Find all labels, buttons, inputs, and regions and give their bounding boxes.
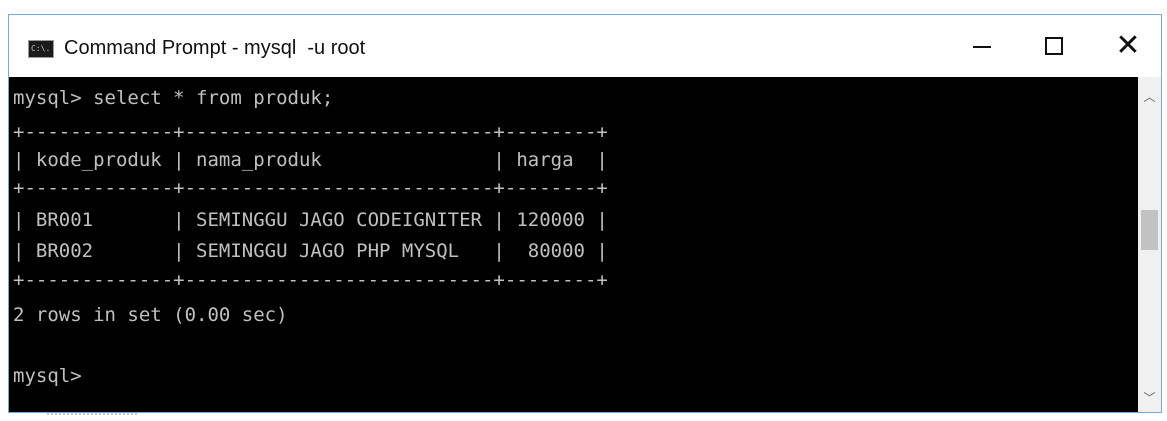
maximize-button[interactable]	[1023, 15, 1085, 77]
prompt-line: mysql>	[13, 365, 82, 387]
table-border-bottom: +-------------+-------------------------…	[13, 269, 608, 291]
scroll-thumb[interactable]	[1141, 210, 1158, 250]
chevron-up-icon[interactable]: ︿	[1138, 85, 1161, 107]
table-border-top: +-------------+-------------------------…	[13, 121, 608, 143]
table-row: | BR002 | SEMINGGU JAGO PHP MYSQL | 8000…	[13, 240, 608, 262]
close-button[interactable]: ✕	[1097, 15, 1159, 77]
chevron-down-icon[interactable]: ﹀	[1138, 386, 1161, 408]
close-icon: ✕	[1115, 28, 1141, 63]
cmd-icon[interactable]: C:\.	[28, 40, 54, 58]
command-prompt-window: C:\. Command Prompt - mysql -u root ✕ my…	[8, 14, 1162, 413]
title-bar[interactable]: C:\. Command Prompt - mysql -u root ✕	[9, 15, 1161, 77]
window-title: Command Prompt - mysql -u root	[64, 37, 366, 59]
table-border-header: +-------------+-------------------------…	[13, 177, 608, 199]
minimize-icon	[973, 46, 991, 48]
table-header-row: | kode_produk | nama_produk | harga |	[13, 149, 608, 171]
divider	[47, 413, 137, 419]
vertical-scrollbar[interactable]: ︿ ﹀	[1138, 77, 1161, 412]
console-output[interactable]: mysql> select * from produk; +----------…	[9, 77, 1138, 412]
table-row: | BR001 | SEMINGGU JAGO CODEIGNITER | 12…	[13, 209, 608, 231]
result-summary: 2 rows in set (0.00 sec)	[13, 304, 288, 326]
maximize-icon	[1045, 37, 1063, 55]
minimize-button[interactable]	[951, 15, 1013, 77]
prompt-command-line: mysql> select * from produk;	[13, 87, 334, 109]
